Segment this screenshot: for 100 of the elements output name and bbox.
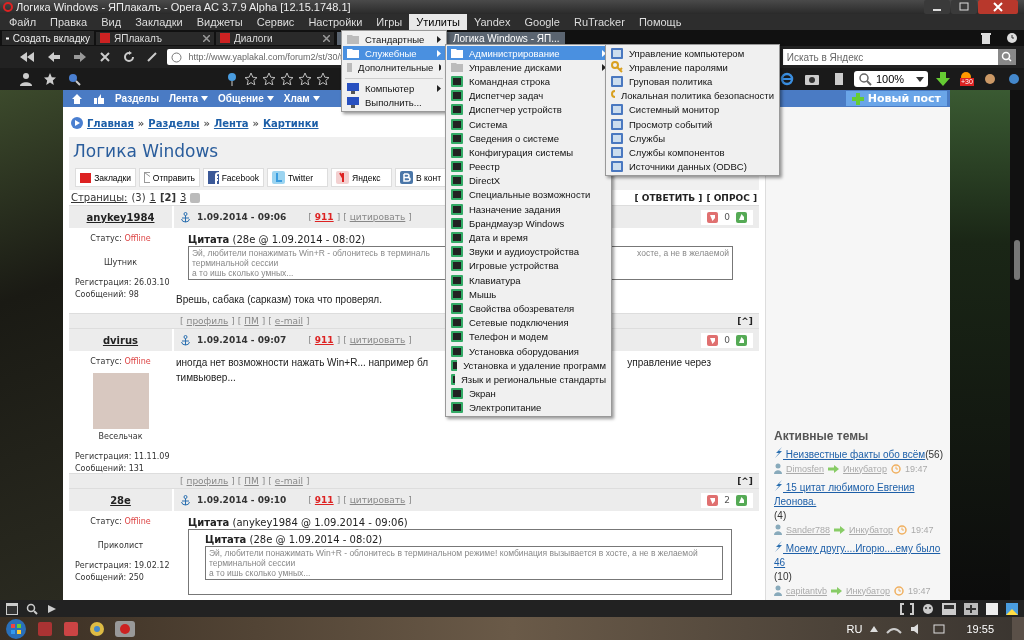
menu-item[interactable]: Правка [43,14,95,30]
page-link[interactable]: [2] [159,192,177,203]
page-link[interactable]: 1 [149,192,156,203]
rewind-icon[interactable] [19,51,35,63]
menu-entry[interactable]: Установка оборудования [447,343,610,359]
star-icon[interactable] [245,73,257,85]
page-rating[interactable] [245,73,329,85]
share-button[interactable]: Twitter [267,168,328,187]
star-icon[interactable] [263,73,275,85]
close-icon[interactable] [323,34,330,42]
minimize-button[interactable] [924,0,950,14]
fullscreen-icon[interactable] [964,602,978,615]
zoom-dropdown[interactable]: 100% [854,71,928,87]
menu-entry[interactable]: Язык и региональные стандарты [447,372,610,387]
anchor-icon[interactable] [180,494,191,506]
anchor-icon[interactable] [180,211,191,223]
menu-entry[interactable]: Службы компонентов [607,145,778,160]
image-icon[interactable] [1006,602,1018,615]
menu-entry[interactable]: Управление компьютером [607,46,778,61]
share-button[interactable]: Facebook [203,168,264,187]
top-link[interactable]: [^] [737,316,753,326]
browser-tab[interactable]: Диалоги [216,31,334,45]
menu-entry[interactable]: Службы [607,131,778,146]
breadcrumb-link[interactable]: Картинки [262,117,319,129]
menu-item[interactable]: Настройки [301,14,370,30]
share-button[interactable]: Закладки [75,168,136,187]
thumb-icon[interactable] [93,92,105,105]
share-button[interactable]: Отправить [139,168,200,187]
menu-entry[interactable]: Дата и время [447,230,610,245]
smiley-icon[interactable] [922,602,934,615]
menu-entry[interactable]: Клавиатура [447,273,610,288]
breadcrumb-link[interactable]: Разделы [148,117,200,129]
menu-entry[interactable]: Груповая политика [607,74,778,89]
pencil-icon[interactable] [146,51,159,63]
menu-item[interactable]: Файл [2,14,44,30]
author-name[interactable]: dvirus [69,329,174,351]
stop-icon[interactable] [98,51,111,63]
reload-icon[interactable] [122,51,135,63]
menu-entry[interactable]: Командная строка [447,74,610,89]
topic-link[interactable]: 15 цитат любимого Евгения Леонова. [774,480,946,509]
report-link[interactable]: 911 [314,335,334,345]
menu-entry[interactable]: Специальные возможности [447,187,610,203]
globe-icon[interactable] [1007,73,1021,85]
start-button[interactable] [4,617,28,640]
menu-item[interactable]: Закладки [128,14,190,30]
menu-entry[interactable]: Сетевые подключения [447,315,610,330]
panel-icon[interactable] [6,602,18,615]
menu-entry[interactable]: Экран [447,386,610,401]
site-nav-link[interactable]: Хлам [283,93,320,104]
pin-icon[interactable] [227,72,237,86]
site-nav-link[interactable]: Общение [218,93,274,104]
menu-item[interactable]: Помощь [631,14,689,30]
topic-link[interactable]: Неизвестные факты обо всём [774,447,926,462]
clock-icon[interactable] [1006,32,1018,44]
menu-entry[interactable]: Мышь [447,287,610,302]
menu-item[interactable]: Сервис [249,14,302,30]
language-indicator[interactable]: RU [846,622,863,635]
scroll-thumb[interactable] [1014,240,1020,280]
menu-entry[interactable]: Звуки и аудиоустройства [447,244,610,259]
menu-item[interactable]: Виджеты [189,14,250,30]
site-nav-link[interactable]: Разделы [115,93,159,104]
caret-icon[interactable] [870,625,879,632]
topic-action-link[interactable]: [ ОПРОС ] [706,192,757,203]
scrollbar[interactable] [1010,90,1024,600]
star-icon[interactable] [299,73,311,85]
menu-entry[interactable]: Дополнительные [343,60,445,75]
star-icon[interactable] [44,73,56,85]
maximize-button[interactable] [951,0,977,14]
user-icon[interactable] [19,72,33,86]
breadcrumb-link[interactable]: Лента [213,117,249,129]
camera-icon[interactable] [805,73,821,85]
menu-entry[interactable]: Диспетчер задач [447,88,610,103]
star-icon[interactable] [281,73,293,85]
page-link[interactable]: 3 [180,192,187,203]
panel-icon[interactable] [942,602,956,615]
report-link[interactable]: 911 [314,212,334,222]
menu-item[interactable]: Утилиты [409,14,467,30]
window-icon[interactable] [986,602,998,615]
site-nav-link[interactable]: Лента [169,93,209,104]
trash-icon[interactable] [980,32,992,44]
menu-entry[interactable]: Источники данных (ODBC) [607,159,778,174]
author-name[interactable]: 28e [69,489,174,511]
browser-icon[interactable] [114,619,136,638]
menu-entry[interactable]: Локальная политика безопасности [607,88,778,103]
search-field[interactable]: Искать в Яндекс [782,49,998,65]
forward-icon[interactable] [72,51,87,63]
close-button[interactable] [978,0,1018,14]
share-button[interactable]: Яндекс [331,168,392,187]
menu-item[interactable]: Вид [94,14,129,30]
menu-entry[interactable]: Телефон и модем [447,329,610,344]
menu-entry[interactable]: Системный монитор [607,102,778,117]
brackets-icon[interactable] [900,602,914,615]
menu-entry[interactable]: Установка и удаление программ [447,358,610,373]
search-icon[interactable] [67,72,81,86]
menu-entry[interactable]: Компьютер [343,81,445,96]
search-icon[interactable] [26,602,38,615]
new-tab-button[interactable]: Создать вкладку [2,31,94,45]
menu-entry[interactable]: Стандартные [343,32,445,47]
top-link[interactable]: [^] [737,476,753,486]
menu-entry[interactable]: Назначение задания [447,202,610,217]
